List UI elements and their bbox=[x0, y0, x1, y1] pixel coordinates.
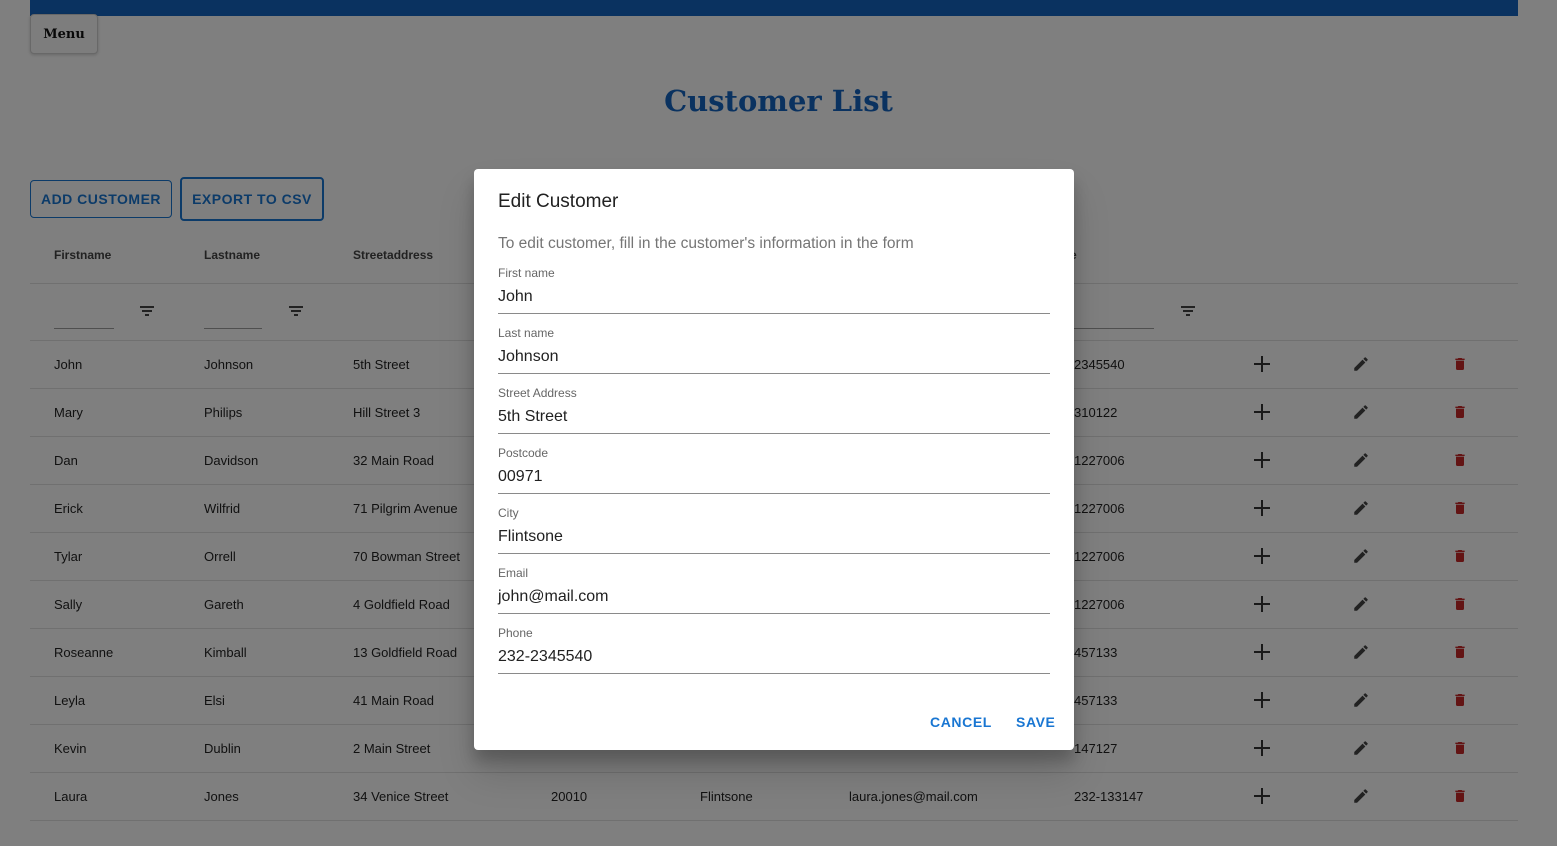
street-address-field[interactable]: Street Address 5th Street bbox=[498, 386, 1050, 434]
first-name-field[interactable]: First name John bbox=[498, 266, 1050, 314]
cancel-button[interactable]: CANCEL bbox=[930, 714, 992, 730]
city-field[interactable]: City Flintsone bbox=[498, 506, 1050, 554]
field-label: Postcode bbox=[498, 446, 549, 460]
field-value[interactable]: Flintsone bbox=[498, 528, 563, 546]
dialog-description: To edit customer, fill in the customer's… bbox=[498, 235, 914, 252]
last-name-field[interactable]: Last name Johnson bbox=[498, 326, 1050, 374]
field-value[interactable]: Johnson bbox=[498, 348, 559, 366]
field-value[interactable]: john@mail.com bbox=[498, 588, 609, 606]
email-field[interactable]: Email john@mail.com bbox=[498, 566, 1050, 614]
field-label: Email bbox=[498, 566, 529, 580]
postcode-field[interactable]: Postcode 00971 bbox=[498, 446, 1050, 494]
field-label: First name bbox=[498, 266, 555, 280]
field-label: Phone bbox=[498, 626, 533, 640]
edit-customer-dialog: Edit Customer To edit customer, fill in … bbox=[474, 169, 1074, 750]
phone-field[interactable]: Phone 232-2345540 bbox=[498, 626, 1050, 674]
field-value[interactable]: John bbox=[498, 288, 533, 306]
save-button[interactable]: SAVE bbox=[1016, 714, 1056, 730]
field-label: Street Address bbox=[498, 386, 577, 400]
field-value[interactable]: 5th Street bbox=[498, 408, 567, 426]
field-label: Last name bbox=[498, 326, 555, 340]
field-label: City bbox=[498, 506, 519, 520]
field-value[interactable]: 232-2345540 bbox=[498, 648, 592, 666]
dialog-title: Edit Customer bbox=[498, 191, 619, 212]
field-value[interactable]: 00971 bbox=[498, 468, 543, 486]
